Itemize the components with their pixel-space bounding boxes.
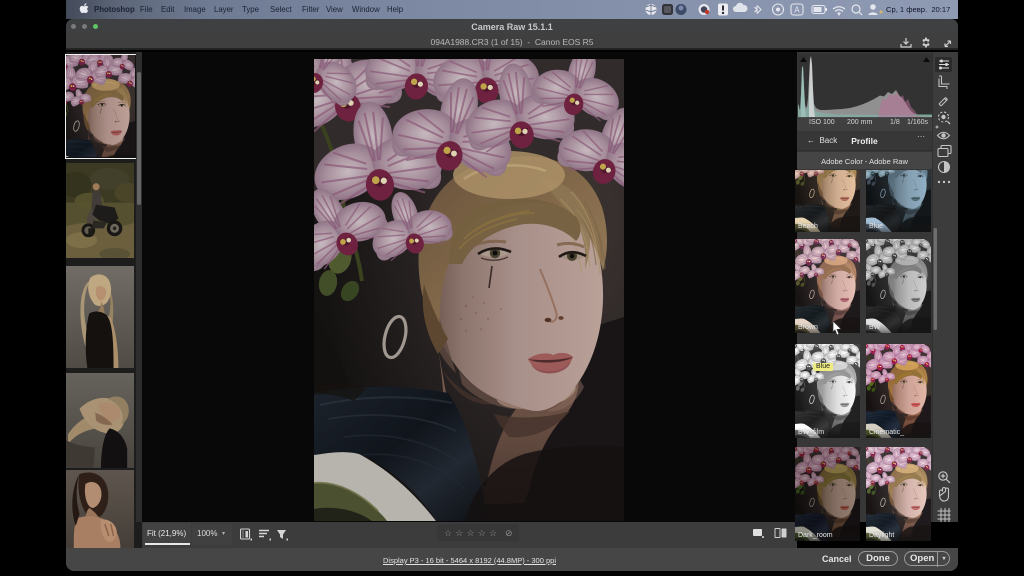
- svg-text:A: A: [794, 5, 800, 14]
